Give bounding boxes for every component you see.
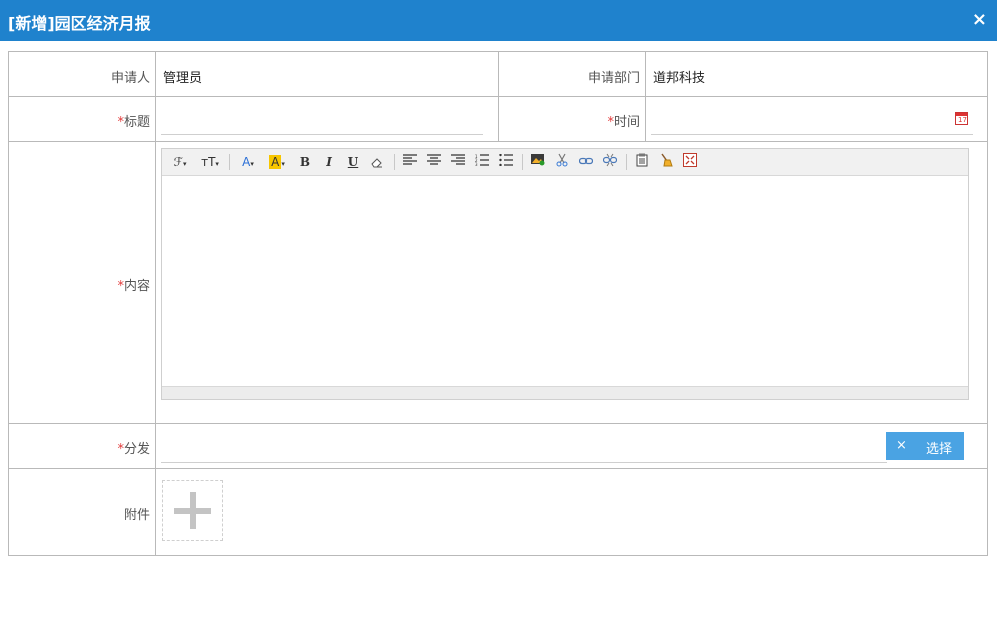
image-icon: [531, 154, 545, 166]
distribute-label-text: 分发: [123, 442, 150, 457]
editor-toolbar: ℱ▾ ᴛT▾ A▾ A ▾ B I U 123: [162, 149, 968, 176]
unordered-list-button[interactable]: [498, 153, 514, 171]
align-center-icon: [427, 154, 441, 165]
paste-button[interactable]: [634, 153, 650, 171]
unlink-icon: [602, 153, 618, 167]
chevron-down-icon: ▾: [281, 160, 285, 168]
ordered-list-button[interactable]: 123: [474, 153, 490, 171]
time-label-text: 时间: [613, 115, 640, 130]
font-size-button[interactable]: ᴛT▾: [198, 153, 222, 171]
time-input[interactable]: [651, 110, 973, 135]
chevron-down-icon: ▾: [215, 160, 219, 168]
select-button-label: 选择: [926, 442, 953, 457]
department-value: 道邦科技: [653, 71, 706, 86]
plus-icon-vertical: [190, 492, 196, 529]
content-label-text: 内容: [123, 279, 150, 294]
align-center-button[interactable]: [426, 153, 442, 171]
subject-label: *标题: [9, 111, 150, 130]
upload-attachment-button[interactable]: [162, 480, 223, 541]
bold-button[interactable]: B: [298, 153, 312, 171]
align-left-icon: [403, 154, 417, 165]
font-family-button[interactable]: ℱ▾: [170, 153, 190, 171]
applicant-label-text: 申请人: [110, 71, 150, 86]
editor-statusbar: [162, 386, 968, 399]
font-color-button[interactable]: A▾: [237, 153, 259, 171]
unlink-button[interactable]: [602, 153, 618, 171]
subject-label-text: 标题: [123, 115, 150, 130]
column-divider: [155, 52, 156, 555]
fullscreen-button[interactable]: [682, 153, 698, 171]
dialog-title: [新增]园区经济月报: [8, 14, 151, 33]
svg-text:3: 3: [475, 162, 478, 166]
unordered-list-icon: [499, 153, 513, 167]
eraser-icon: [371, 158, 382, 168]
calendar-icon-day: 17: [958, 116, 967, 124]
time-label: *时间: [499, 111, 640, 130]
department-label: 申请部门: [499, 67, 640, 86]
rich-text-editor[interactable]: ℱ▾ ᴛT▾ A▾ A ▾ B I U 123: [161, 148, 969, 400]
attachment-label-text: 附件: [123, 508, 150, 523]
align-left-button[interactable]: [402, 153, 418, 171]
close-icon[interactable]: ×: [972, 9, 987, 30]
chevron-down-icon: ▾: [250, 160, 254, 168]
insert-image-button[interactable]: [530, 153, 546, 171]
calendar-icon[interactable]: 17: [955, 112, 968, 125]
underline-button[interactable]: U: [346, 153, 360, 171]
applicant-label: 申请人: [9, 67, 150, 86]
align-right-button[interactable]: [450, 153, 466, 171]
subject-input[interactable]: [161, 110, 483, 135]
content-label: *内容: [9, 275, 150, 294]
distribute-input[interactable]: [161, 436, 887, 463]
clear-icon[interactable]: ×: [896, 438, 907, 453]
dialog-titlebar: [新增]园区经济月报 ×: [0, 0, 997, 41]
attachment-label: 附件: [9, 504, 150, 523]
department-label-text: 申请部门: [587, 71, 640, 86]
report-form: 申请人 管理员 申请部门 道邦科技 *标题 *时间 17 *内容 ℱ▾ ᴛT▾ …: [8, 51, 988, 556]
font-family-icon: ℱ: [173, 155, 183, 169]
toolbar-separator: [626, 154, 627, 170]
column-divider: [645, 52, 646, 142]
chevron-down-icon: ▾: [182, 160, 187, 168]
ordered-list-icon: 123: [475, 154, 489, 167]
broom-icon: [661, 153, 673, 167]
italic-button[interactable]: I: [322, 153, 336, 171]
toolbar-separator: [229, 154, 230, 170]
link-icon: [578, 157, 594, 165]
scissors-icon: [556, 153, 568, 167]
toolbar-separator: [394, 154, 395, 170]
highlight-color-icon: A: [269, 155, 282, 169]
eraser-button[interactable]: [369, 153, 385, 171]
editor-content-area[interactable]: [162, 176, 968, 387]
fullscreen-icon: [683, 153, 697, 167]
applicant-value: 管理员: [163, 71, 203, 86]
highlight-color-button[interactable]: A ▾: [265, 153, 289, 171]
distribute-label: *分发: [9, 438, 150, 457]
font-size-icon: ᴛT: [201, 155, 216, 169]
toolbar-separator: [522, 154, 523, 170]
select-recipients-button[interactable]: × 选择: [886, 432, 964, 460]
cut-button[interactable]: [554, 153, 570, 171]
align-right-icon: [451, 154, 465, 165]
clipboard-icon: [636, 153, 648, 167]
clear-format-button[interactable]: [658, 153, 674, 171]
link-button[interactable]: [578, 153, 594, 171]
